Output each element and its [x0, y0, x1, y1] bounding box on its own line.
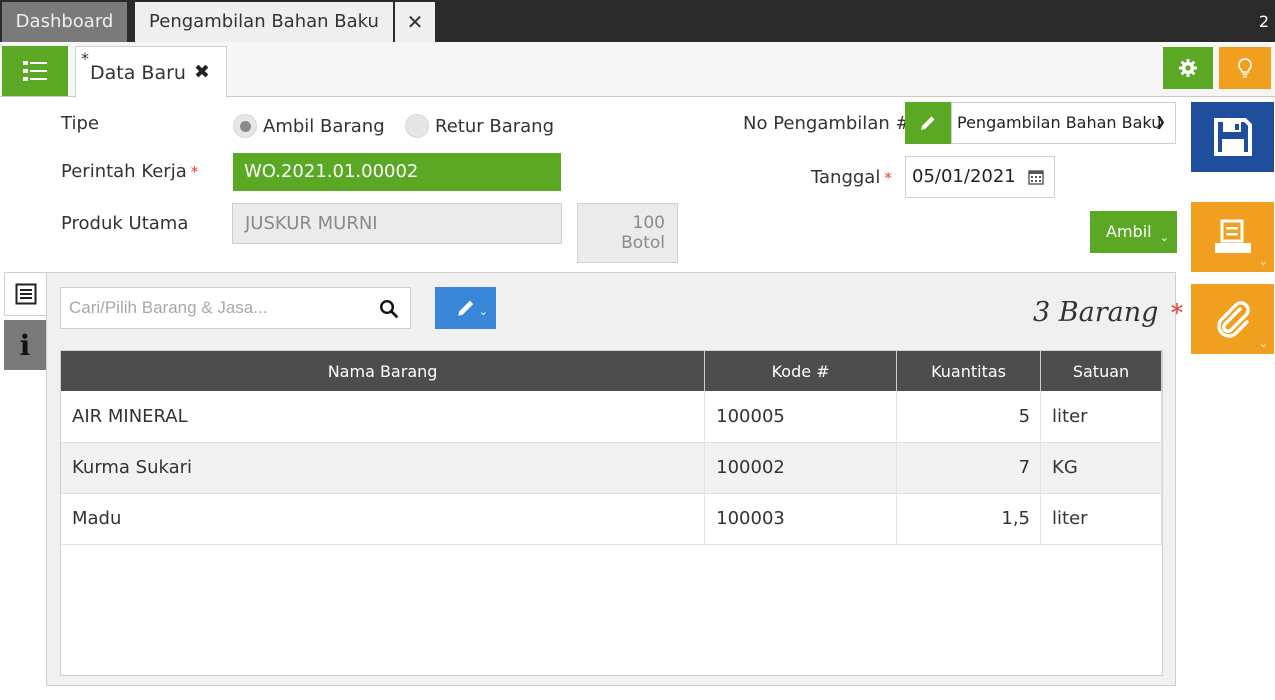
chevron-down-icon: ⌄ — [1258, 255, 1268, 268]
list-icon — [23, 61, 47, 81]
cell-nama-barang: Madu — [61, 493, 706, 545]
no-pengambilan-value: Pengambilan Bahan Baku — [957, 113, 1162, 132]
perintah-kerja-label: Perintah Kerja * — [61, 161, 199, 182]
floppy-disk-icon — [1213, 118, 1252, 156]
radio-dot — [405, 114, 429, 138]
edit-items-button[interactable]: ⌄ — [435, 287, 496, 329]
table-row[interactable]: Madu 100003 1,5 liter — [61, 493, 1162, 545]
table-row[interactable]: Kurma Sukari 100002 7 KG — [61, 442, 1162, 494]
cell-kuantitas[interactable]: 1,5 — [896, 493, 1042, 545]
chevron-down-icon: ❯ — [1155, 115, 1166, 130]
open-tab-count: 2 — [1258, 12, 1269, 31]
item-search[interactable] — [60, 287, 411, 329]
column-nama-barang[interactable]: Nama Barang — [61, 351, 706, 391]
cell-satuan: liter — [1040, 391, 1162, 443]
cell-kuantitas[interactable]: 5 — [896, 391, 1042, 443]
required-mark: * — [1170, 299, 1183, 327]
save-button[interactable] — [1191, 102, 1274, 172]
radio-retur-barang[interactable]: Retur Barang — [405, 114, 554, 138]
produk-unit: Botol — [621, 233, 665, 253]
pencil-icon — [921, 116, 935, 130]
radio-dot-selected — [233, 114, 257, 138]
close-tab-icon[interactable]: ✕ — [395, 2, 435, 42]
cell-kuantitas[interactable]: 7 — [896, 442, 1042, 494]
printer-icon — [1214, 219, 1251, 253]
table-row[interactable]: AIR MINERAL 100005 5 liter — [61, 391, 1162, 443]
cell-kode: 100003 — [704, 493, 898, 545]
radio-ambil-barang-label: Ambil Barang — [263, 115, 385, 137]
items-table: Nama Barang Kode # Kuantitas Satuan AIR … — [60, 350, 1163, 676]
document-toolbar: * Data Baru ✖ — [0, 42, 1275, 98]
tips-button[interactable] — [1219, 47, 1271, 89]
required-mark: * — [190, 163, 199, 181]
tanggal-value: 05/01/2021 — [912, 166, 1016, 187]
print-button[interactable]: ⌄ — [1191, 202, 1274, 272]
app-tab-bar: Dashboard Pengambilan Bahan Baku ✕ 2 — [0, 0, 1275, 42]
cell-kode: 100002 — [704, 442, 898, 494]
chevron-down-icon: ⌄ — [1258, 337, 1268, 350]
cell-nama-barang: AIR MINERAL — [61, 391, 706, 443]
produk-utama-field: JUSKUR MURNI — [232, 203, 562, 244]
radio-ambil-barang[interactable]: Ambil Barang — [233, 114, 385, 138]
radio-retur-barang-label: Retur Barang — [435, 115, 555, 137]
column-kode[interactable]: Kode # — [704, 351, 898, 391]
required-mark: * — [884, 169, 892, 187]
no-pengambilan-select[interactable]: Pengambilan Bahan Baku ❯ — [951, 102, 1176, 144]
cell-satuan: liter — [1040, 493, 1162, 545]
ambil-label: Ambil — [1106, 222, 1152, 241]
gear-icon — [1179, 59, 1197, 77]
cell-nama-barang: Kurma Sukari — [61, 442, 706, 494]
tab-data-baru[interactable]: * Data Baru ✖ — [75, 46, 227, 98]
search-input[interactable] — [61, 288, 361, 328]
tab-data-baru-label: Data Baru — [90, 62, 186, 84]
settings-button[interactable] — [1163, 47, 1213, 89]
info-icon: i — [19, 328, 31, 362]
perintah-kerja-field[interactable]: WO.2021.01.00002 — [233, 153, 561, 191]
tab-document-details[interactable] — [4, 272, 47, 316]
search-icon[interactable] — [379, 299, 398, 318]
tipe-label: Tipe — [61, 113, 99, 134]
close-icon[interactable]: ✖ — [194, 61, 210, 83]
lightbulb-icon — [1238, 58, 1252, 78]
chevron-down-icon: ⌄ — [478, 305, 488, 318]
tanggal-label: Tanggal * — [811, 167, 892, 188]
calendar-icon[interactable] — [1028, 169, 1044, 185]
no-pengambilan-label: No Pengambilan # — [743, 113, 911, 134]
attachment-button[interactable]: ⌄ — [1191, 284, 1274, 354]
tab-pengambilan-bahan-baku[interactable]: Pengambilan Bahan Baku — [135, 2, 393, 42]
chevron-down-icon: ⌄ — [1159, 231, 1169, 244]
column-kuantitas[interactable]: Kuantitas — [896, 351, 1042, 391]
produk-quantity: 100 — [632, 213, 665, 233]
cell-satuan: KG — [1040, 442, 1162, 494]
edit-number-button[interactable] — [905, 102, 951, 144]
paperclip-icon — [1216, 301, 1250, 338]
produk-utama-label: Produk Utama — [61, 213, 189, 234]
tanggal-field[interactable]: 05/01/2021 — [905, 156, 1055, 198]
pencil-icon — [457, 300, 473, 316]
menu-button[interactable] — [2, 46, 68, 96]
tab-dashboard[interactable]: Dashboard — [2, 2, 127, 42]
column-satuan[interactable]: Satuan — [1040, 351, 1162, 391]
tab-info[interactable]: i — [4, 320, 46, 370]
cell-kode: 100005 — [704, 391, 898, 443]
table-header-row: Nama Barang Kode # Kuantitas Satuan — [61, 351, 1162, 391]
document-icon — [15, 283, 37, 305]
unsaved-marker: * — [81, 49, 89, 68]
item-count: 3 Barang * — [1033, 297, 1183, 328]
ambil-button[interactable]: Ambil ⌄ — [1090, 211, 1177, 253]
produk-quantity-box: 100 Botol — [577, 203, 678, 263]
